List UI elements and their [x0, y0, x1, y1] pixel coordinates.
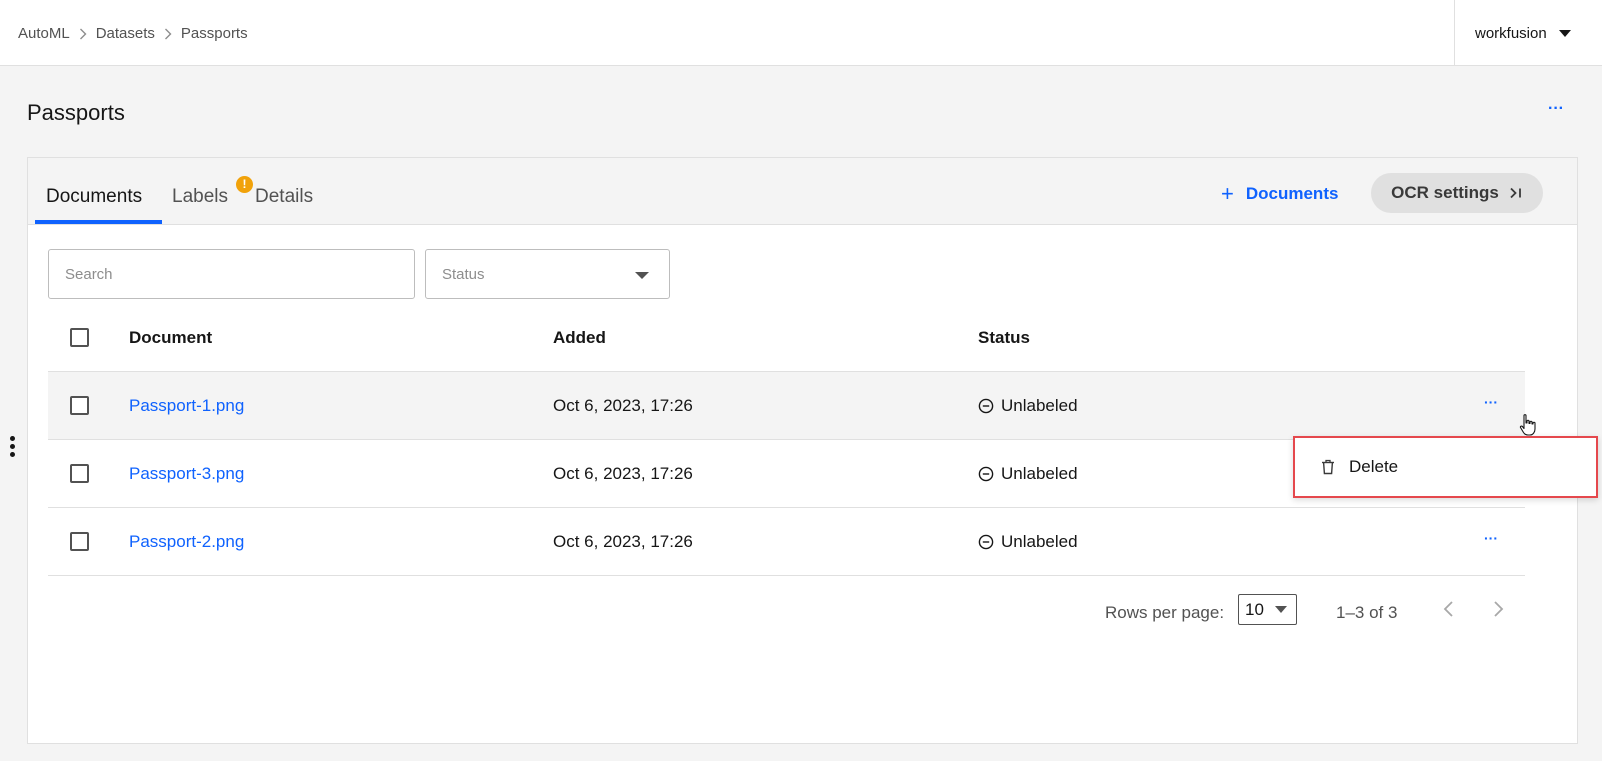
status-filter-select[interactable]: Status	[425, 249, 670, 299]
ocr-settings-label: OCR settings	[1391, 183, 1499, 202]
status-label: Unlabeled	[1001, 396, 1078, 415]
document-link[interactable]: Passport-1.png	[129, 396, 244, 416]
row-context-menu: Delete	[1293, 436, 1598, 498]
select-all-checkbox[interactable]	[70, 328, 89, 347]
table-row[interactable]: Passport-1.png Oct 6, 2023, 17:26 Unlabe…	[48, 372, 1525, 440]
top-bar: AutoML Datasets Passports workfusion	[0, 0, 1602, 66]
chevron-right-icon	[79, 28, 87, 40]
rows-per-page-label: Rows per page:	[1105, 603, 1225, 622]
column-header-document[interactable]: Document	[129, 328, 212, 348]
search-input[interactable]	[48, 249, 415, 299]
added-date: Oct 6, 2023, 17:26	[553, 396, 693, 415]
row-checkbox[interactable]	[70, 532, 89, 551]
delete-label: Delete	[1349, 457, 1399, 476]
caret-down-icon	[1558, 29, 1571, 37]
tab-labels[interactable]: Labels	[172, 186, 228, 208]
caret-down-icon	[1275, 606, 1287, 613]
ocr-settings-button[interactable]: OCR settings	[1371, 173, 1543, 213]
document-link[interactable]: Passport-2.png	[129, 532, 244, 552]
breadcrumb: AutoML Datasets Passports	[18, 25, 248, 42]
column-header-status[interactable]: Status	[978, 328, 1030, 348]
warning-badge-icon: !	[236, 176, 253, 193]
pagination: Rows per page: 10 1–3 of 3	[28, 594, 1577, 634]
rows-per-page-value: 10	[1245, 599, 1264, 619]
user-name: workfusion	[1475, 24, 1547, 42]
pagination-range: 1–3 of 3	[1336, 603, 1398, 622]
rows-per-page-select[interactable]: 10	[1238, 594, 1297, 625]
added-date: Oct 6, 2023, 17:26	[553, 532, 693, 551]
status-label: Unlabeled	[1001, 464, 1078, 483]
document-link[interactable]: Passport-3.png	[129, 464, 244, 484]
table-row[interactable]: Passport-2.png Oct 6, 2023, 17:26 Unlabe…	[48, 508, 1525, 576]
trash-icon	[1321, 459, 1335, 475]
column-header-added[interactable]: Added	[553, 328, 606, 348]
row-more-button[interactable]: ···	[1484, 530, 1498, 546]
status-filter-placeholder: Status	[442, 265, 485, 283]
status-label: Unlabeled	[1001, 532, 1078, 551]
delete-menu-item[interactable]: Delete	[1295, 438, 1596, 496]
breadcrumb-datasets[interactable]: Datasets	[96, 25, 155, 42]
breadcrumb-current: Passports	[180, 25, 248, 42]
chevron-right-icon	[164, 28, 172, 40]
side-panel-handle-icon[interactable]	[10, 436, 16, 457]
add-documents-button[interactable]: + Documents	[1221, 183, 1338, 205]
unlabeled-status-icon	[978, 398, 994, 414]
breadcrumb-automl[interactable]: AutoML	[18, 25, 70, 42]
row-checkbox[interactable]	[70, 396, 89, 415]
row-checkbox[interactable]	[70, 464, 89, 483]
status-cell: Unlabeled	[978, 532, 1078, 552]
add-documents-label: Documents	[1245, 184, 1339, 203]
page-title: Passports	[27, 100, 125, 125]
row-more-button[interactable]: ···	[1484, 394, 1498, 410]
table-header-row: Document Added Status	[48, 304, 1525, 372]
page-more-button[interactable]: ···	[1548, 100, 1564, 118]
status-cell: Unlabeled	[978, 396, 1078, 416]
open-panel-icon	[1509, 187, 1523, 199]
plus-icon: +	[1221, 181, 1234, 206]
unlabeled-status-icon	[978, 534, 994, 550]
unlabeled-status-icon	[978, 466, 994, 482]
added-date: Oct 6, 2023, 17:26	[553, 464, 693, 483]
tab-bar: Documents Labels ! Details + Documents O…	[28, 158, 1577, 225]
tab-details[interactable]: Details	[255, 186, 313, 208]
tab-documents[interactable]: Documents	[46, 186, 142, 208]
active-tab-indicator	[35, 220, 162, 224]
chevron-right-icon[interactable]	[1490, 598, 1506, 620]
caret-down-icon	[635, 272, 649, 279]
status-cell: Unlabeled	[978, 464, 1078, 484]
chevron-left-icon[interactable]	[1441, 598, 1457, 620]
user-menu[interactable]: workfusion	[1454, 0, 1602, 66]
